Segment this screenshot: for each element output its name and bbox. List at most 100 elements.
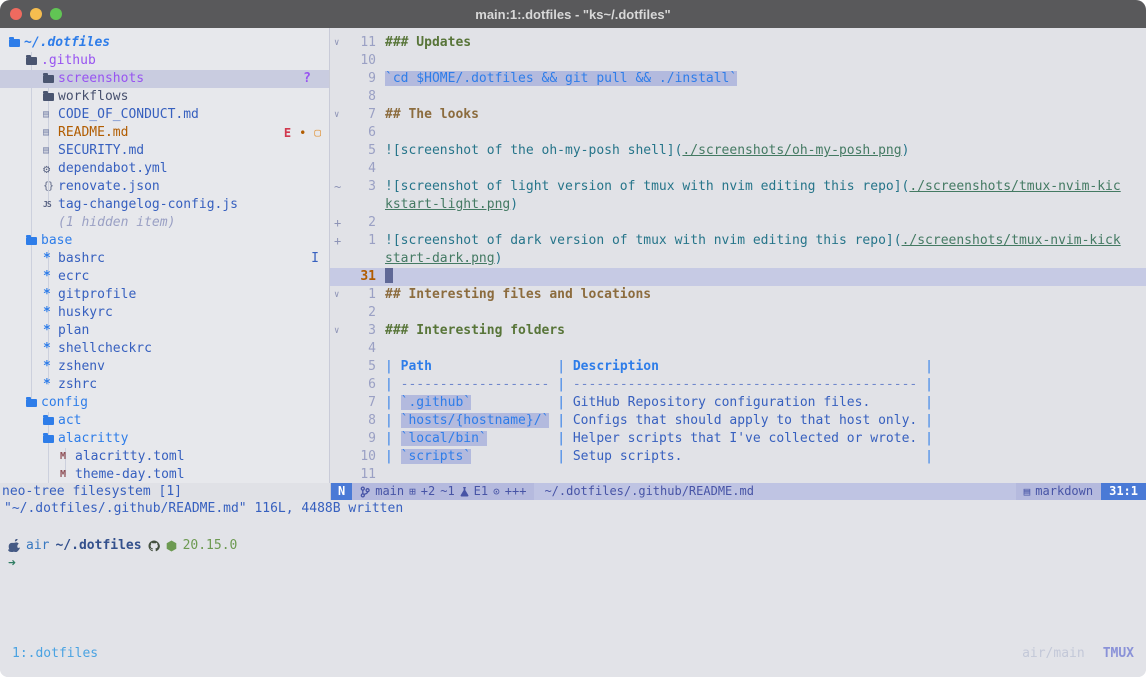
- window-title: main:1:.dotfiles - "ks~/.dotfiles": [0, 7, 1146, 22]
- line-text: | `local/bin` | Helper scripts that I've…: [376, 430, 933, 448]
- gutter-space: [330, 250, 346, 268]
- star-icon: *: [43, 340, 58, 358]
- gutter-space: [330, 376, 346, 394]
- line-text: ### Updates: [376, 34, 471, 52]
- titlebar[interactable]: main:1:.dotfiles - "ks~/.dotfiles": [0, 0, 1146, 28]
- line-number: 6: [346, 124, 376, 142]
- editor-pane[interactable]: ∨11### Updates109`cd $HOME/.dotfiles && …: [330, 28, 1146, 483]
- tree-item-label: workflows: [58, 88, 128, 106]
- editor-line[interactable]: 10| `scripts` | Setup scripts. |: [330, 448, 1146, 466]
- editor-line[interactable]: 2: [330, 304, 1146, 322]
- apple-icon: [8, 539, 20, 552]
- editor-line[interactable]: ∨7## The looks: [330, 106, 1146, 124]
- editor-line[interactable]: 31: [330, 268, 1146, 286]
- tree-item--1-hidden-item-[interactable]: (1 hidden item): [0, 214, 329, 232]
- line-text: [376, 124, 385, 142]
- tree-item-security.md[interactable]: ▤SECURITY.md: [0, 142, 329, 160]
- editor-line[interactable]: 9`cd $HOME/.dotfiles && git pull && ./in…: [330, 70, 1146, 88]
- md-icon: ▤: [43, 124, 58, 142]
- editor-line[interactable]: 10: [330, 52, 1146, 70]
- editor-line[interactable]: 6: [330, 124, 1146, 142]
- star-icon: *: [43, 286, 58, 304]
- gutter-space: [330, 124, 346, 142]
- tree-item--.dotfiles[interactable]: ~/.dotfiles: [0, 34, 329, 52]
- editor-line[interactable]: ~3![screenshot of light version of tmux …: [330, 178, 1146, 196]
- prompt-arrow[interactable]: ➜: [0, 555, 1146, 573]
- tree-item-label: base: [41, 232, 72, 250]
- tree-item-act[interactable]: act: [0, 412, 329, 430]
- tree-item-renovate.json[interactable]: {}renovate.json: [0, 178, 329, 196]
- fold-marker-icon[interactable]: ∨: [330, 106, 346, 124]
- editor-line[interactable]: 11: [330, 466, 1146, 483]
- tree-item-zshenv[interactable]: *zshenv: [0, 358, 329, 376]
- editor-line[interactable]: 9| `local/bin` | Helper scripts that I'v…: [330, 430, 1146, 448]
- tree-item-plan[interactable]: *plan: [0, 322, 329, 340]
- tree-item-label: ~/.dotfiles: [24, 34, 110, 52]
- fold-marker-icon[interactable]: ∨: [330, 286, 346, 304]
- tree-item-tag-changelog-config.js[interactable]: JStag-changelog-config.js: [0, 196, 329, 214]
- tree-item-readme.md[interactable]: ▤README.mdE•▢: [0, 124, 329, 142]
- editor-line[interactable]: 4: [330, 340, 1146, 358]
- tree-item-.github[interactable]: .github: [0, 52, 329, 70]
- minimize-button[interactable]: [30, 8, 42, 20]
- tree-item-zshrc[interactable]: *zshrc: [0, 376, 329, 394]
- tree-item-label: dependabot.yml: [58, 160, 168, 178]
- editor-line[interactable]: 7| `.github` | GitHub Repository configu…: [330, 394, 1146, 412]
- editor-line[interactable]: 5| Path | Description |: [330, 358, 1146, 376]
- tree-item-config[interactable]: config: [0, 394, 329, 412]
- editor-line[interactable]: 8| `hosts/{hostname}/` | Configs that sh…: [330, 412, 1146, 430]
- tree-item-ecrc[interactable]: *ecrc: [0, 268, 329, 286]
- gutter-space: [330, 70, 346, 88]
- editor-line[interactable]: start-dark.png): [330, 250, 1146, 268]
- folder-icon: [43, 417, 58, 425]
- tree-item-alacritty[interactable]: alacritty: [0, 430, 329, 448]
- git-branch-icon: [360, 486, 370, 498]
- tree-item-theme-day.toml[interactable]: Mtheme-day.toml: [0, 466, 329, 484]
- line-number: 3: [346, 322, 376, 340]
- gutter-space: [330, 268, 346, 286]
- editor-line[interactable]: 6| ------------------- | ---------------…: [330, 376, 1146, 394]
- gutter-space: [330, 394, 346, 412]
- question-badge: ?: [303, 70, 311, 88]
- tree-item-dependabot.yml[interactable]: ⚙dependabot.yml: [0, 160, 329, 178]
- tree-item-label: zshenv: [58, 358, 105, 376]
- editor-line[interactable]: ∨1## Interesting files and locations: [330, 286, 1146, 304]
- line-number: 7: [346, 106, 376, 124]
- editor-line[interactable]: ∨3### Interesting folders: [330, 322, 1146, 340]
- tree-item-label: gitprofile: [58, 286, 136, 304]
- gutter-space: [330, 412, 346, 430]
- tree-item-huskyrc[interactable]: *huskyrc: [0, 304, 329, 322]
- mode-indicator: N: [331, 483, 352, 500]
- tree-item-bashrc[interactable]: *bashrcI: [0, 250, 329, 268]
- line-text: ![screenshot of dark version of tmux wit…: [376, 232, 1121, 250]
- tree-item-alacritty.toml[interactable]: Malacritty.toml: [0, 448, 329, 466]
- editor-line[interactable]: ∨11### Updates: [330, 34, 1146, 52]
- editor-line[interactable]: 4: [330, 160, 1146, 178]
- tree-item-shellcheckrc[interactable]: *shellcheckrc: [0, 340, 329, 358]
- close-button[interactable]: [10, 8, 22, 20]
- tree-item-label: (1 hidden item): [58, 214, 175, 232]
- gutter-space: [330, 160, 346, 178]
- tree-item-screenshots[interactable]: screenshots?: [0, 70, 329, 88]
- zoom-button[interactable]: [50, 8, 62, 20]
- md-icon: ▤: [43, 106, 58, 124]
- tree-item-code-of-conduct.md[interactable]: ▤CODE_OF_CONDUCT.md: [0, 106, 329, 124]
- editor-line[interactable]: 8: [330, 88, 1146, 106]
- cursor-mark: I: [311, 250, 319, 268]
- tree-item-base[interactable]: base: [0, 232, 329, 250]
- command-line-message: "~/.dotfiles/.github/README.md" 116L, 44…: [0, 500, 1146, 518]
- editor-line[interactable]: +1![screenshot of dark version of tmux w…: [330, 232, 1146, 250]
- line-text: [376, 466, 385, 483]
- line-text: ![screenshot of light version of tmux wi…: [376, 178, 1121, 196]
- editor-line[interactable]: +2: [330, 214, 1146, 232]
- shell-prompt: air ~/.dotfiles 20.15.0: [0, 536, 1146, 555]
- tree-item-label: alacritty: [58, 430, 128, 448]
- editor-line[interactable]: kstart-light.png): [330, 196, 1146, 214]
- tree-item-gitprofile[interactable]: *gitprofile: [0, 286, 329, 304]
- fold-marker-icon[interactable]: ∨: [330, 34, 346, 52]
- tmux-window-item[interactable]: 1:.dotfiles: [12, 646, 98, 661]
- fold-marker-icon[interactable]: ∨: [330, 322, 346, 340]
- tree-item-workflows[interactable]: workflows: [0, 88, 329, 106]
- star-icon: *: [43, 358, 58, 376]
- editor-line[interactable]: 5![screenshot of the oh-my-posh shell](.…: [330, 142, 1146, 160]
